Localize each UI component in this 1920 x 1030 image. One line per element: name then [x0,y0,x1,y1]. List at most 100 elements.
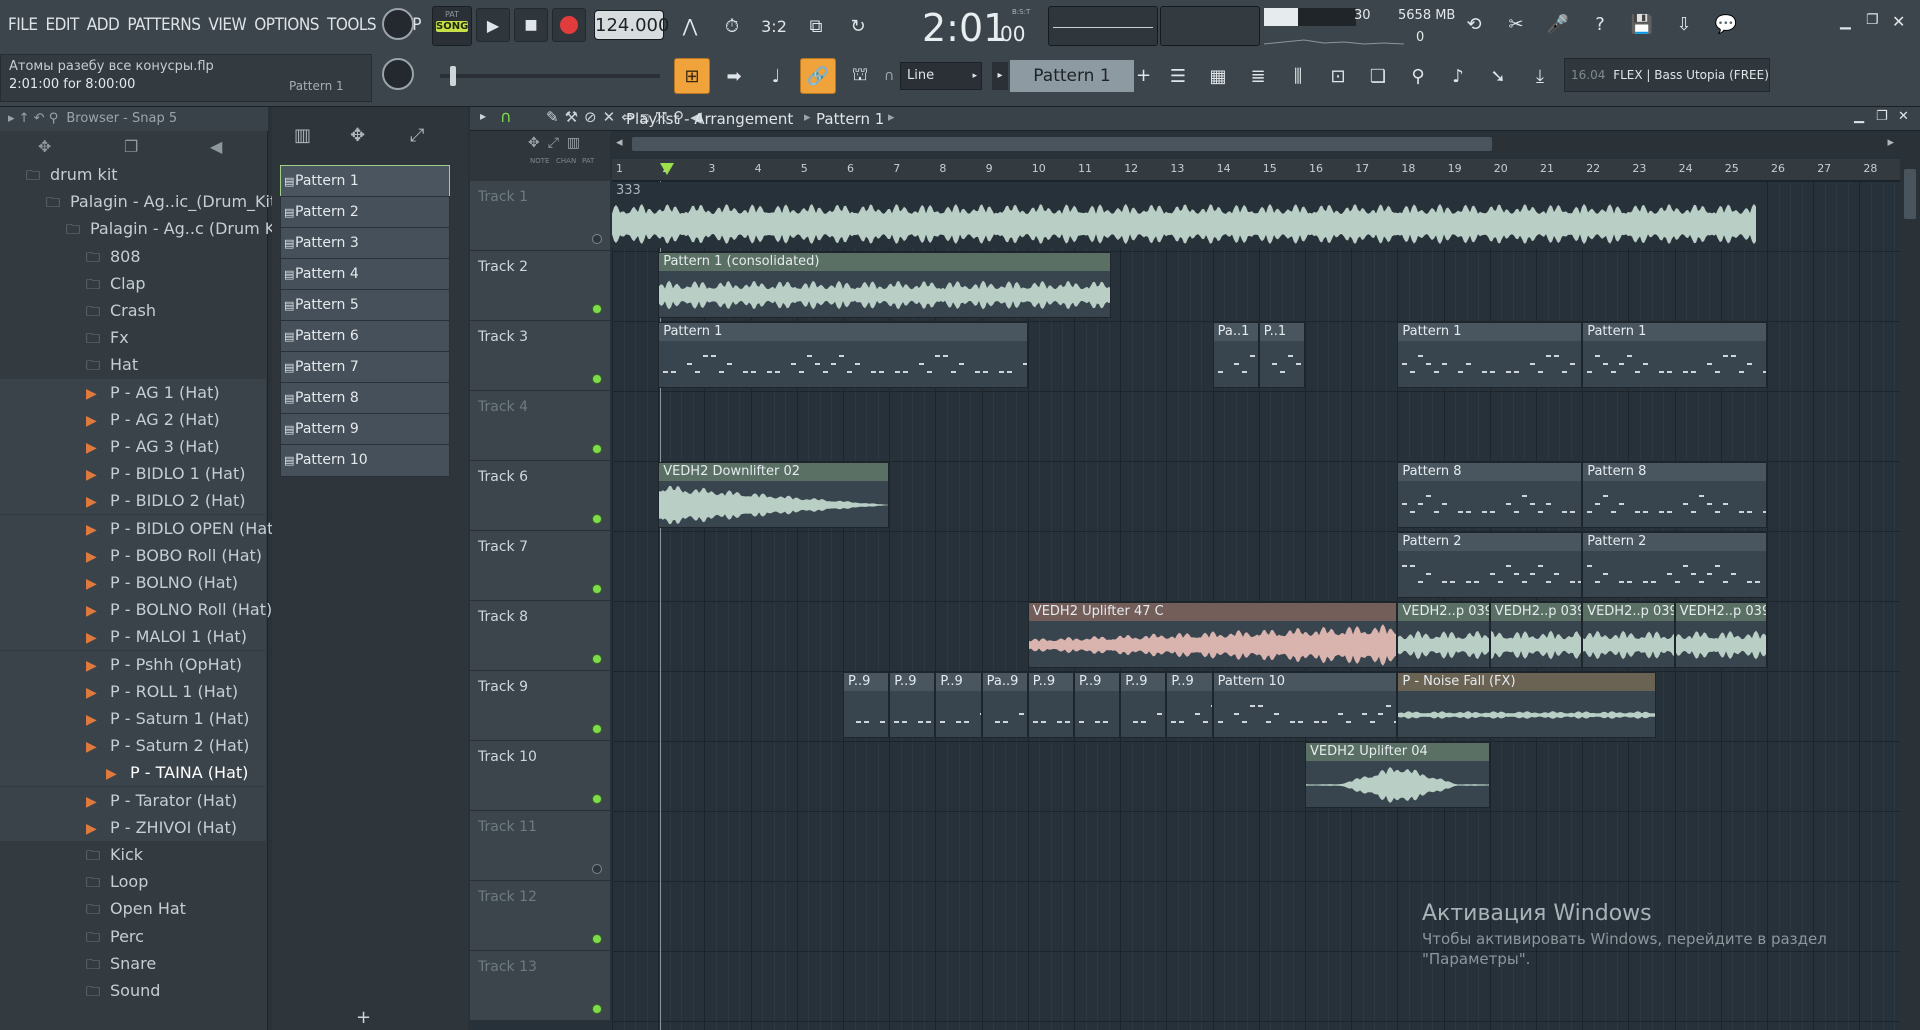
tempo-tap-icon[interactable]: ➘ [1480,58,1516,94]
playlist-clip[interactable]: Pattern 1 [1397,322,1583,388]
browser-item[interactable]: ▶ P - BIDLO OPEN (Hat) [0,514,280,542]
browser-item[interactable]: 🗀 Loop [0,868,266,895]
browser-item[interactable]: ▶ P - BIDLO 1 (Hat) [0,460,266,488]
playlist-clip[interactable]: P..9 [1074,672,1121,738]
menu-add[interactable]: ADD [83,10,124,40]
playlist-clip[interactable]: Pattern 8 [1582,462,1767,528]
browser-item[interactable]: ▶ P - BOLNO Roll (Hat) [0,596,272,624]
browser-item[interactable]: 🗀 Crash [0,297,266,324]
track-mute-led[interactable] [592,514,602,524]
browser-item[interactable]: 🗀 808 [0,243,266,270]
pattern-item[interactable]: ▤ Pattern 2 [280,196,450,229]
pattern-item[interactable]: ▤ Pattern 4 [280,258,450,291]
export-icon[interactable]: ⇩ [1666,6,1702,42]
cut-icon[interactable]: ✂ [1498,6,1534,42]
playlist-clip[interactable]: P - Noise Fall (FX) [1397,672,1657,738]
playlist-clip[interactable]: Pa..9 [981,672,1028,738]
touch-controller-icon[interactable]: ♪ [1440,58,1476,94]
playlist-clip[interactable]: Pattern 1 (consolidated) [658,252,1111,318]
pencil-tool-icon[interactable]: ♩ [758,58,794,94]
link-icon[interactable]: 🔗 [800,58,836,94]
news-panel[interactable]: 16.04 FLEX | Bass Utopia (FREE) [1564,58,1770,92]
browser-item[interactable]: 🗀 Hat [0,351,266,378]
vertical-scroll-thumb[interactable] [1904,169,1916,219]
pattern-item[interactable]: ▤ Pattern 5 [280,289,450,322]
playlist-clip[interactable]: Pattern 1 [658,322,1028,388]
playlist-clip[interactable]: P..9 [935,672,982,738]
stop-button[interactable]: ■ [514,8,548,42]
pattern-item[interactable]: ▤ Pattern 1 [280,165,450,198]
pattern-prev-icon[interactable]: ▸ [992,62,1008,90]
browser-nav-icon[interactable]: ▸ ↑ ↶ ⚲ [8,111,58,126]
track-mute-led[interactable] [592,654,602,664]
track-header[interactable]: Track 12 [470,881,610,951]
stamp-icon[interactable]: ⛫ [842,58,878,94]
track-mute-led[interactable] [592,584,602,594]
playhead-marker-icon[interactable] [659,163,674,175]
plugin-icon[interactable]: ⚲ [1400,58,1436,94]
playlist-menu-icon[interactable]: ▸ [480,109,486,123]
browser-item[interactable]: ▶ P - ZHIVOI (Hat) [0,813,266,841]
track-mute-led[interactable] [592,444,602,454]
browser-item[interactable]: 🗀 Open Hat [0,895,266,922]
browser-item[interactable]: ▶ P - Tarator (Hat) [0,786,266,814]
mixer-icon[interactable]: ⫼ [1280,58,1316,94]
vertical-scrollbar[interactable] [1900,133,1920,1030]
pitch-knob[interactable] [382,58,414,90]
track-header[interactable]: Track 4 [470,391,610,461]
track-header[interactable]: Track 8 [470,601,610,671]
playlist-close-icon[interactable]: ✕ [1898,109,1909,124]
pattern-item[interactable]: ▤ Pattern 6 [280,320,450,353]
browser-item[interactable]: 🗀 Perc [0,923,266,950]
blend-notes-icon[interactable]: ⧉ [798,8,834,44]
track-mute-led[interactable] [592,234,602,244]
song-time-display[interactable]: 2:01 00 B:S:T [882,4,1042,50]
browser-item[interactable]: ▶ P - TAINA (Hat) [0,759,266,787]
browser-files-icon[interactable]: ❐ [124,137,138,156]
save-icon[interactable]: 💾 [1624,6,1660,42]
close-button[interactable]: ✕ [1892,12,1910,31]
loop-record-icon[interactable]: ↻ [840,8,876,44]
playlist-clip[interactable]: P..9 [1120,672,1167,738]
menu-view[interactable]: VIEW [204,10,250,40]
curve-icon[interactable]: ⤢ [410,125,424,146]
track-mute-led[interactable] [592,934,602,944]
channel-rack-icon[interactable]: ≣ [1240,58,1276,94]
browser-item[interactable]: ▶ P - Saturn 2 (Hat) [0,732,266,760]
mini-tool-icons[interactable]: ✥⤢▥ [528,135,588,151]
track-header[interactable]: Track 3 [470,321,610,391]
browser-item[interactable]: ▶ P - AG 3 (Hat) [0,433,266,460]
browser-item[interactable]: 🗀 Palagin - Ag..ic_(Drum_Kit) [0,188,283,215]
restore-button[interactable]: ❐ [1866,12,1884,30]
browser-item[interactable]: ▶ P - Saturn 1 (Hat) [0,705,266,732]
download-icon[interactable]: ⤓ [1522,58,1558,94]
add-pattern-button[interactable]: + [1136,60,1154,92]
playlist-clip[interactable]: Pattern 8 [1397,462,1583,528]
playlist-clip[interactable]: P..9 [843,672,890,738]
play-button[interactable]: ▶ [476,8,510,42]
track-header[interactable]: Track 9 [470,671,610,741]
track-mute-led[interactable] [592,374,602,384]
playlist-clip[interactable]: VEDH2..p 039 [1582,602,1675,668]
browser-item[interactable]: ▶ P - AG 1 (Hat) [0,378,266,406]
playlist-clip[interactable]: VEDH2 Uplifter 04 [1305,742,1490,808]
playlist-clip[interactable]: 333 [612,182,1758,248]
magnet-snap-icon[interactable]: ∩ [500,107,512,126]
browser-item[interactable]: 🗀 Fx [0,324,266,351]
wait-input-icon[interactable]: ⏱ [714,8,750,44]
browser-item[interactable]: ▶ P - BOBO Roll (Hat) [0,541,266,569]
playlist-clip[interactable]: Pattern 10 [1212,672,1398,738]
tempo-display[interactable]: 124.000 [594,10,669,40]
track-header[interactable]: Track 11 [470,811,610,881]
browser-item[interactable]: 🗀 Palagin - Ag..c (Drum Kit) [0,215,292,242]
menu-patterns[interactable]: PATTERNS [123,10,204,40]
playlist-clip[interactable]: Pattern 1 [1582,322,1767,388]
record-button[interactable] [552,8,586,42]
countdown-icon[interactable]: 3:2 [756,8,792,44]
pattern-item[interactable]: ▤ Pattern 3 [280,227,450,260]
chat-icon[interactable]: 💬 [1708,6,1744,42]
piano-roll-icon[interactable]: ▦ [1200,58,1236,94]
browser-item[interactable]: ▶ P - ROLL 1 (Hat) [0,677,266,705]
help-icon[interactable]: ? [1582,6,1618,42]
pattern-selector[interactable]: Pattern 1 [1010,60,1134,92]
